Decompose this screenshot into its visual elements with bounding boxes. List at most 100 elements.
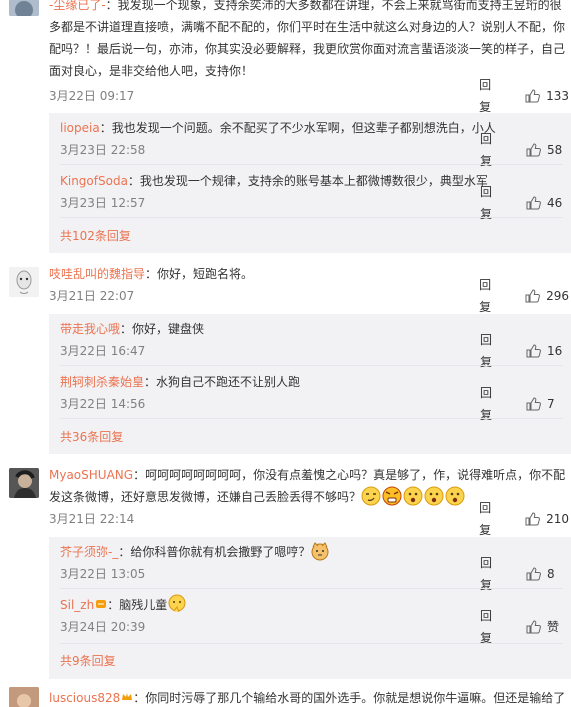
reply-username[interactable]: Sil_zh — [60, 598, 94, 612]
shocked-face-emoji-icon — [445, 486, 465, 506]
reply-divider — [60, 588, 563, 589]
reply-button[interactable]: 回复 — [480, 128, 502, 172]
like-icon[interactable] — [526, 620, 541, 634]
avatar-image-icon — [9, 267, 39, 297]
reply-divider — [60, 217, 563, 218]
reply-time: 3月24日 20:39 — [60, 620, 146, 634]
comment-actions: 回复 210 — [479, 501, 571, 537]
comment-time: 3月21日 22:07 — [49, 289, 135, 303]
thinking-face-emoji-icon — [168, 594, 186, 613]
shocked-face-emoji-icon — [424, 486, 444, 506]
like-count: 7 — [547, 397, 555, 411]
comment-username[interactable]: luscious828 — [49, 691, 120, 705]
comment-meta: 3月21日 22:14 回复 210 — [49, 501, 571, 537]
comment-text: ：你同时污辱了那几个输给水哥的国外选手。你就是想说你牛逼嘛。但还是输给了 — [133, 691, 566, 705]
reply-button[interactable]: 回复 — [479, 274, 501, 318]
reply-meta: 3月22日 13:05 回复 8 — [60, 556, 571, 592]
comment-username[interactable]: 吱哇乱叫的魏指导 — [49, 267, 145, 281]
comment-text: ：你好，短跑名将。 — [145, 267, 254, 281]
like-count: 16 — [547, 344, 563, 358]
smirk-emoji-icon — [361, 486, 381, 506]
reply-list: 带走我心哦：你好，键盘侠 3月22日 16:47 回复 16 荆轲刺杀秦始皇：水… — [49, 314, 571, 454]
comment-actions: 回复 133 — [479, 78, 571, 114]
like-icon[interactable] — [526, 344, 541, 358]
doge-emoji-icon — [311, 542, 329, 561]
reply-meta: 3月22日 16:47 回复 16 — [60, 333, 571, 369]
like-count: 296 — [546, 289, 569, 303]
like-count: 133 — [546, 89, 569, 103]
avatar-image-icon — [9, 0, 39, 16]
comment-username[interactable]: MyaoSHUANG — [49, 468, 133, 482]
reply-username[interactable]: KingofSoda — [60, 174, 128, 188]
comment-meta: 3月22日 09:17 回复 133 — [49, 78, 571, 114]
reply-divider — [60, 164, 563, 165]
reply-time: 3月23日 12:57 — [60, 196, 146, 210]
avatar-image-icon — [9, 468, 39, 498]
reply-button[interactable]: 回复 — [480, 382, 502, 426]
reply-divider — [60, 365, 563, 366]
angry-face-emoji-icon — [382, 486, 402, 506]
reply-button[interactable]: 回复 — [480, 181, 502, 225]
avatar[interactable] — [9, 687, 39, 707]
avatar[interactable] — [9, 0, 39, 16]
more-replies-link[interactable]: 共9条回复 — [60, 650, 116, 672]
reply-actions: 回复 58 — [480, 132, 571, 168]
comment-text: ：我发现一个现象，支持余奕沛的大多数都在讲理，不会上来就骂街而支持王昱珩的很多都… — [49, 0, 566, 78]
reply-button[interactable]: 回复 — [480, 329, 502, 373]
reply-meta: 3月23日 12:57 回复 46 — [60, 185, 571, 221]
comment-body: -尘缘已了-：我发现一个现象，支持余奕沛的大多数都在讲理，不会上来就骂街而支持王… — [49, 0, 567, 82]
more-replies-link[interactable]: 共36条回复 — [60, 426, 123, 448]
reply-username[interactable]: liopeia — [60, 121, 100, 135]
comment-time: 3月22日 09:17 — [49, 89, 135, 103]
like-icon[interactable] — [525, 289, 541, 303]
reply-time: 3月22日 14:56 — [60, 397, 146, 411]
reply-actions: 回复 7 — [480, 386, 571, 422]
comment-time: 3月21日 22:14 — [49, 512, 135, 526]
reply-text: ：我也发现一个规律，支持余的账号基本上都微博数很少，典型水军 — [127, 174, 488, 188]
reply-text: ：脑残儿童 — [107, 598, 168, 612]
reply-meta: 3月24日 20:39 回复 赞 — [60, 609, 571, 645]
reply-divider — [60, 418, 563, 419]
reply-meta: 3月22日 14:56 回复 7 — [60, 386, 571, 422]
reply-text: ：给你科普你就有机会撒野了嗯哼？ — [118, 545, 311, 559]
reply-list: liopeia：我也发现一个问题。余不配买了不少水军啊，但这辈子都别想洗白，小人… — [49, 113, 571, 253]
like-count: 58 — [547, 143, 563, 157]
like-count: 8 — [547, 567, 555, 581]
comment-username[interactable]: -尘缘已了- — [49, 0, 106, 12]
reply-actions: 回复 8 — [480, 556, 571, 592]
comment-meta: 3月21日 22:07 回复 296 — [49, 278, 571, 314]
gold-badge-icon — [96, 600, 107, 608]
avatar[interactable] — [9, 468, 39, 498]
like-icon[interactable] — [526, 397, 541, 411]
reply-username[interactable]: 荆轲刺杀秦始皇 — [60, 375, 144, 389]
reply-button[interactable]: 回复 — [480, 552, 502, 596]
comment-actions: 回复 296 — [479, 278, 571, 314]
reply-text: ：我也发现一个问题。余不配买了不少水军啊，但这辈子都别想洗白，小人 — [99, 121, 496, 135]
shocked-face-emoji-icon — [403, 486, 423, 506]
reply-username[interactable]: 带走我心哦 — [60, 322, 120, 336]
reply-divider — [60, 643, 563, 644]
comment-body: luscious828 ：你同时污辱了那几个输给水哥的国外选手。你就是想说你牛逼嘛… — [49, 687, 567, 707]
reply-time: 3月23日 22:58 — [60, 143, 146, 157]
reply-list: 芥子须弥-_：给你科普你就有机会撒野了嗯哼？ 3月22日 13:05 回复 8 … — [49, 537, 571, 679]
crown-badge-icon — [122, 693, 133, 700]
like-icon[interactable] — [526, 196, 541, 210]
more-replies-link[interactable]: 共102条回复 — [60, 225, 131, 247]
like-icon[interactable] — [526, 143, 541, 157]
reply-text: ：你好，键盘侠 — [120, 322, 205, 336]
reply-button[interactable]: 回复 — [479, 74, 501, 118]
reply-actions: 回复 赞 — [480, 609, 571, 645]
like-icon[interactable] — [525, 512, 541, 526]
reply-actions: 回复 16 — [480, 333, 571, 369]
like-count: 赞 — [547, 620, 560, 634]
avatar[interactable] — [9, 267, 39, 297]
reply-time: 3月22日 13:05 — [60, 567, 146, 581]
reply-button[interactable]: 回复 — [479, 497, 501, 541]
like-icon[interactable] — [526, 567, 541, 581]
avatar-image-icon — [9, 687, 39, 707]
like-count: 210 — [546, 512, 569, 526]
reply-username[interactable]: 芥子须弥-_ — [60, 545, 118, 559]
reply-meta: 3月23日 22:58 回复 58 — [60, 132, 571, 168]
like-icon[interactable] — [525, 89, 541, 103]
reply-actions: 回复 46 — [480, 185, 571, 221]
